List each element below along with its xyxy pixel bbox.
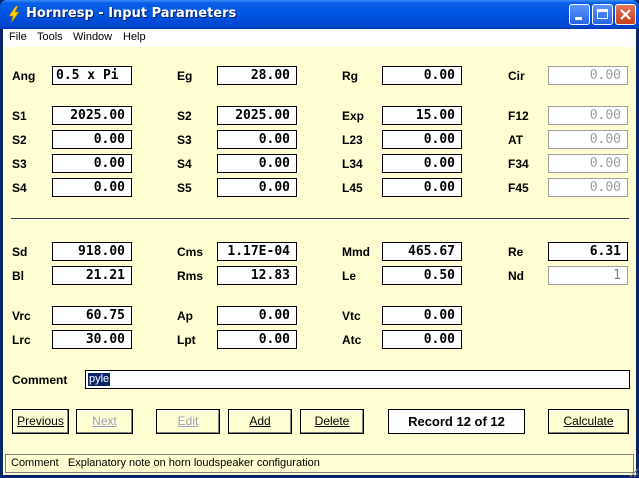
label-ang: Ang <box>12 69 36 83</box>
label-nd: Nd <box>508 269 524 283</box>
label-s2: S2 <box>177 109 192 123</box>
field-lpt[interactable]: 0.00 <box>217 330 297 349</box>
record-indicator: Record 12 of 12 <box>388 409 525 434</box>
field-eg[interactable]: 28.00 <box>217 66 297 85</box>
field-cir: 0.00 <box>548 66 628 85</box>
field-le[interactable]: 0.50 <box>382 266 462 285</box>
status-bar: Comment Explanatory note on horn loudspe… <box>5 454 634 473</box>
minimize-button[interactable] <box>569 4 590 25</box>
minimize-icon <box>575 17 582 20</box>
label-s5: S5 <box>177 181 192 195</box>
label-eg: Eg <box>177 69 193 83</box>
label-sd: Sd <box>12 245 28 259</box>
status-text: Explanatory note on horn loudspeaker con… <box>67 457 320 469</box>
lightning-icon <box>8 6 20 23</box>
label-cir: Cir <box>508 69 525 83</box>
next-button[interactable]: Next <box>76 409 133 434</box>
comment-value: pyle <box>88 373 111 386</box>
label-re: Re <box>508 245 524 259</box>
label-s4-segment: S4 <box>12 181 27 195</box>
label-comment: Comment <box>12 373 68 387</box>
field-vrc[interactable]: 60.75 <box>52 306 132 325</box>
menu-bar: File Tools Window Help <box>3 29 636 47</box>
field-l23[interactable]: 0.00 <box>382 130 462 149</box>
field-atc[interactable]: 0.00 <box>382 330 462 349</box>
label-l34: L34 <box>342 157 363 171</box>
maximize-icon <box>597 9 608 19</box>
field-at: 0.00 <box>548 130 628 149</box>
comment-input[interactable]: pyle <box>85 370 630 389</box>
calculate-button[interactable]: Calculate <box>548 409 629 434</box>
field-s4-segment[interactable]: 0.00 <box>52 178 132 197</box>
field-s5[interactable]: 0.00 <box>217 178 297 197</box>
menu-window[interactable]: Window <box>73 31 112 43</box>
label-le: Le <box>342 269 357 283</box>
label-exp: Exp <box>342 109 365 123</box>
label-rg: Rg <box>342 69 358 83</box>
field-vtc[interactable]: 0.00 <box>382 306 462 325</box>
maximize-button[interactable] <box>592 4 613 25</box>
field-rms[interactable]: 12.83 <box>217 266 297 285</box>
field-lrc[interactable]: 30.00 <box>52 330 132 349</box>
label-vtc: Vtc <box>342 309 361 323</box>
field-l34[interactable]: 0.00 <box>382 154 462 173</box>
field-sd[interactable]: 918.00 <box>52 242 132 261</box>
label-f34: F34 <box>508 157 529 171</box>
field-cms[interactable]: 1.17E-04 <box>217 242 297 261</box>
label-s2-segment: S2 <box>12 133 27 147</box>
label-atc: Atc <box>342 333 362 347</box>
label-at: AT <box>508 133 524 147</box>
field-ap[interactable]: 0.00 <box>217 306 297 325</box>
label-vrc: Vrc <box>12 309 31 323</box>
field-ang[interactable]: 0.5 x Pi <box>52 66 132 85</box>
field-s2-segment[interactable]: 0.00 <box>52 130 132 149</box>
label-l45: L45 <box>342 181 363 195</box>
close-button[interactable] <box>615 4 636 25</box>
title-bar[interactable]: Hornresp - Input Parameters <box>0 0 639 29</box>
field-nd[interactable]: 1 <box>548 266 628 285</box>
field-s2[interactable]: 2025.00 <box>217 106 297 125</box>
label-s4: S4 <box>177 157 192 171</box>
field-rg[interactable]: 0.00 <box>382 66 462 85</box>
label-f12: F12 <box>508 109 529 123</box>
section-divider <box>11 218 629 220</box>
close-icon <box>620 9 631 20</box>
field-f34: 0.00 <box>548 154 628 173</box>
add-button[interactable]: Add <box>228 409 292 434</box>
field-s1[interactable]: 2025.00 <box>52 106 132 125</box>
label-cms: Cms <box>177 245 204 259</box>
field-s3[interactable]: 0.00 <box>217 130 297 149</box>
label-rms: Rms <box>177 269 204 283</box>
field-re[interactable]: 6.31 <box>548 242 628 261</box>
label-s3-segment: S3 <box>12 157 27 171</box>
field-l45[interactable]: 0.00 <box>382 178 462 197</box>
label-f45: F45 <box>508 181 529 195</box>
field-f45: 0.00 <box>548 178 628 197</box>
label-l23: L23 <box>342 133 363 147</box>
resize-grip-icon[interactable] <box>627 466 639 478</box>
status-field-name: Comment <box>11 457 59 469</box>
field-s4[interactable]: 0.00 <box>217 154 297 173</box>
label-bl: Bl <box>12 269 24 283</box>
label-ap: Ap <box>177 309 193 323</box>
menu-help[interactable]: Help <box>123 31 146 43</box>
window-title: Hornresp - Input Parameters <box>26 6 237 21</box>
menu-tools[interactable]: Tools <box>37 31 63 43</box>
label-lpt: Lpt <box>177 333 196 347</box>
field-bl[interactable]: 21.21 <box>52 266 132 285</box>
previous-button[interactable]: Previous <box>12 409 69 434</box>
label-lrc: Lrc <box>12 333 31 347</box>
menu-file[interactable]: File <box>9 31 27 43</box>
app-window: Hornresp - Input Parameters File Tools W… <box>0 0 639 478</box>
label-s1: S1 <box>12 109 27 123</box>
field-f12: 0.00 <box>548 106 628 125</box>
label-s3: S3 <box>177 133 192 147</box>
delete-button[interactable]: Delete <box>300 409 364 434</box>
edit-button[interactable]: Edit <box>156 409 220 434</box>
label-mmd: Mmd <box>342 245 370 259</box>
client-area: File Tools Window Help Ang 0.5 x Pi Eg 2… <box>3 29 636 475</box>
field-s3-segment[interactable]: 0.00 <box>52 154 132 173</box>
field-mmd[interactable]: 465.67 <box>382 242 462 261</box>
field-exp[interactable]: 15.00 <box>382 106 462 125</box>
